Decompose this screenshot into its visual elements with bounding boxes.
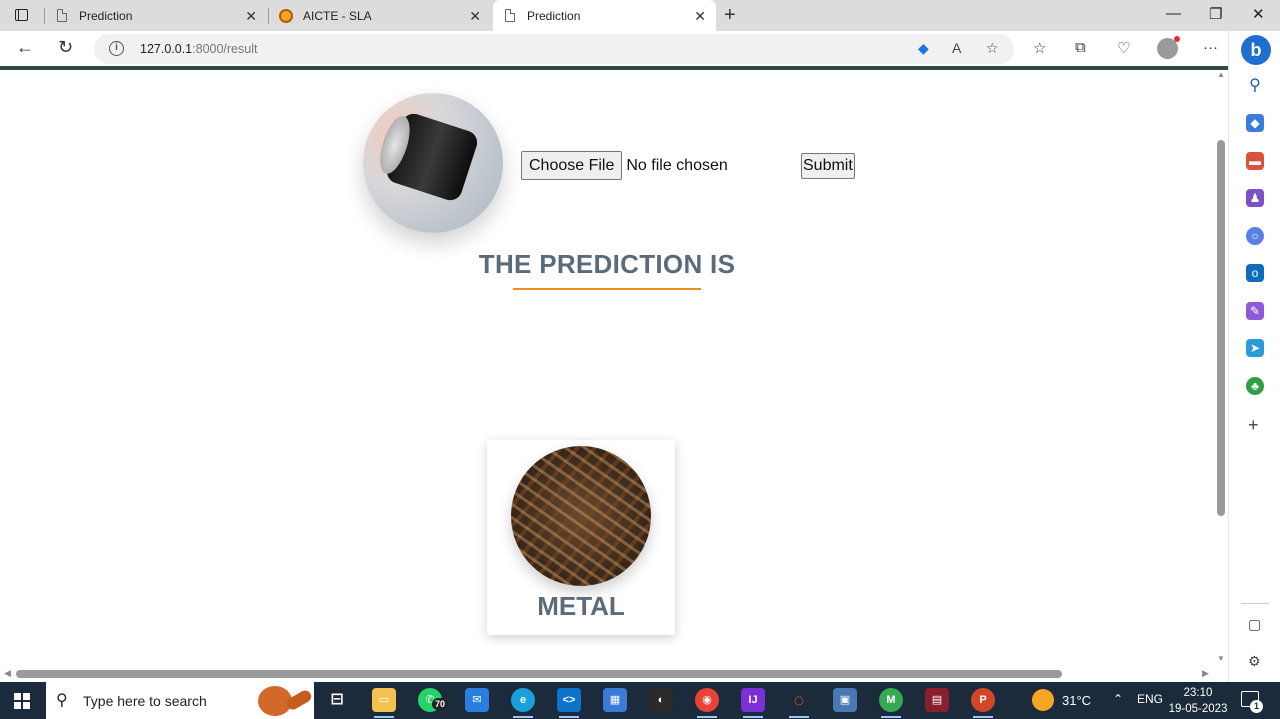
outlook-icon[interactable]: o [1246,264,1264,282]
scroll-right-icon[interactable]: ▶ [1202,668,1209,679]
new-tab-icon[interactable]: + [724,4,736,27]
powerpoint-icon[interactable]: P [971,688,995,718]
tree-icon[interactable]: ♣ [1246,377,1264,395]
file-explorer-icon[interactable]: ▭ [372,688,396,718]
page-top-divider [0,66,1228,70]
horizontal-scrollbar[interactable]: ◀ ▶ [0,666,1214,682]
add-sidebar-app-icon[interactable]: + [1248,415,1259,436]
prediction-result-card: METAL [487,440,675,635]
tab-title: Prediction [79,8,133,23]
horizontal-scroll-thumb[interactable] [16,670,1062,678]
notification-count-badge: 1 [1250,700,1263,713]
weather-sun-icon[interactable] [1032,689,1054,711]
whatsapp-badge: 70 [432,698,449,710]
bing-chat-icon[interactable]: b [1241,35,1271,65]
task-view-icon[interactable]: ⊟ [325,688,349,712]
file-input[interactable]: Choose File No file chosen [521,151,728,180]
address-bar[interactable]: i 127.0.0.1:8000/result ◆ A ☆ [94,34,1014,64]
hide-sidebar-icon[interactable]: ▢ [1248,616,1261,633]
more-menu-icon[interactable]: ··· [1203,39,1218,56]
tab-prediction-1[interactable]: Prediction ✕ [45,0,267,31]
restore-icon[interactable]: ❐ [1209,5,1222,23]
can-graphic [383,110,481,204]
hero-can-image [363,93,503,233]
search-icon: ⚲ [56,692,68,709]
page-icon [503,9,517,23]
designer-icon[interactable]: ✎ [1246,302,1264,320]
close-tab-icon[interactable]: ✕ [245,8,257,25]
scroll-up-icon[interactable]: ▲ [1217,70,1225,79]
taskbar-clock[interactable]: 23:10 19-05-2023 [1168,685,1228,717]
prediction-label: METAL [537,591,625,621]
submit-button[interactable]: Submit [801,153,855,179]
prediction-heading: THE PREDICTION IS [478,249,736,279]
navigation-toolbar: ← ↻ i 127.0.0.1:8000/result ◆ A ☆ ☆ ⧉ ♡ … [0,31,1280,66]
settings-gear-icon[interactable]: ⚙ [1248,653,1261,670]
sidebar-separator [1241,603,1269,604]
microsoft-store-icon[interactable]: ▦ [603,688,627,712]
taskbar-search-placeholder: Type here to search [83,693,207,709]
minimize-icon[interactable]: — [1166,5,1181,22]
whatsapp-icon[interactable]: ✆ 70 [418,688,449,712]
intellij-icon[interactable]: IJ [741,688,765,718]
profile-avatar[interactable] [1157,36,1180,59]
tab-prediction-active[interactable]: Prediction ✕ [493,0,716,31]
mail-icon[interactable]: ✉ [465,688,489,712]
tray-chevron-icon[interactable]: ⌃ [1113,692,1123,706]
vertical-scrollbar[interactable]: ▲ ▼ [1214,70,1228,666]
windows-start-icon[interactable] [14,693,30,709]
url-text[interactable]: 127.0.0.1:8000/result [140,42,257,56]
chrome-profile-icon[interactable]: M [879,688,903,718]
close-window-icon[interactable]: ✕ [1252,5,1265,23]
microsoft-365-icon[interactable]: ○ [1246,227,1264,245]
aicte-logo-icon [279,8,293,23]
tab-title: AICTE - SLA [303,8,372,23]
tools-icon[interactable]: ▬ [1246,152,1264,170]
language-indicator[interactable]: ENG [1137,692,1163,706]
collections-icon[interactable]: ⧉ [1075,39,1086,56]
winrar-icon[interactable]: ▤ [925,688,949,712]
taskbar-search-box[interactable]: ⚲ Type here to search [46,682,314,719]
search-icon[interactable]: ⚲ [1246,77,1264,95]
figma-icon[interactable]: ◐ [649,688,673,712]
clock-time: 23:10 [1183,687,1213,699]
add-favorite-icon[interactable]: ☆ [986,40,999,57]
tab-bar: Prediction ✕ AICTE - SLA ✕ Prediction ✕ … [0,0,1280,31]
back-icon[interactable]: ← [16,37,34,58]
clock-date: 19-05-2023 [1168,703,1228,715]
browser-essentials-icon[interactable]: ♡ [1117,39,1130,57]
scroll-left-icon[interactable]: ◀ [4,668,11,679]
vertical-scroll-thumb[interactable] [1217,140,1225,516]
shopping-icon[interactable]: ◆ [1246,114,1264,132]
send-icon[interactable]: ➤ [1246,339,1264,357]
vscode-icon[interactable]: <> [557,688,581,718]
tab-aicte-sla[interactable]: AICTE - SLA ✕ [269,0,491,31]
tab-title: Prediction [527,8,581,23]
scroll-down-icon[interactable]: ▼ [1217,654,1225,663]
edge-icon[interactable]: e [511,688,535,718]
remote-desktop-icon[interactable]: ▣ [833,688,857,712]
tab-actions-icon[interactable] [12,7,30,23]
choose-file-button[interactable]: Choose File [521,151,623,180]
favorites-icon[interactable]: ☆ [1033,39,1046,57]
file-status-text: No file chosen [626,156,728,174]
jupyter-icon[interactable]: ◌ [787,688,811,718]
edge-sidebar: b ⚲ ◆ ▬ ♟ ○ o ✎ ➤ ♣ + ▢ ⚙ [1228,31,1280,682]
chrome-icon[interactable]: ◉ [695,688,719,718]
search-highlight-illustration [246,682,314,719]
close-tab-icon[interactable]: ✕ [694,8,706,25]
temperature-text[interactable]: 31°C [1062,693,1091,708]
windows-taskbar: ⚲ Type here to search ⊟ ▭ ✆ 70 ✉ e <> ▦ ◐… [0,682,1280,719]
heading-underline [513,288,701,290]
games-icon[interactable]: ♟ [1246,189,1264,207]
site-info-icon[interactable]: i [109,41,124,56]
refresh-icon[interactable]: ↻ [58,37,73,58]
page-icon [55,9,69,23]
metal-scrap-image [511,446,651,586]
read-aloud-icon[interactable]: A [952,40,961,56]
shopping-tag-icon[interactable]: ◆ [918,40,929,57]
close-tab-icon[interactable]: ✕ [469,8,481,25]
